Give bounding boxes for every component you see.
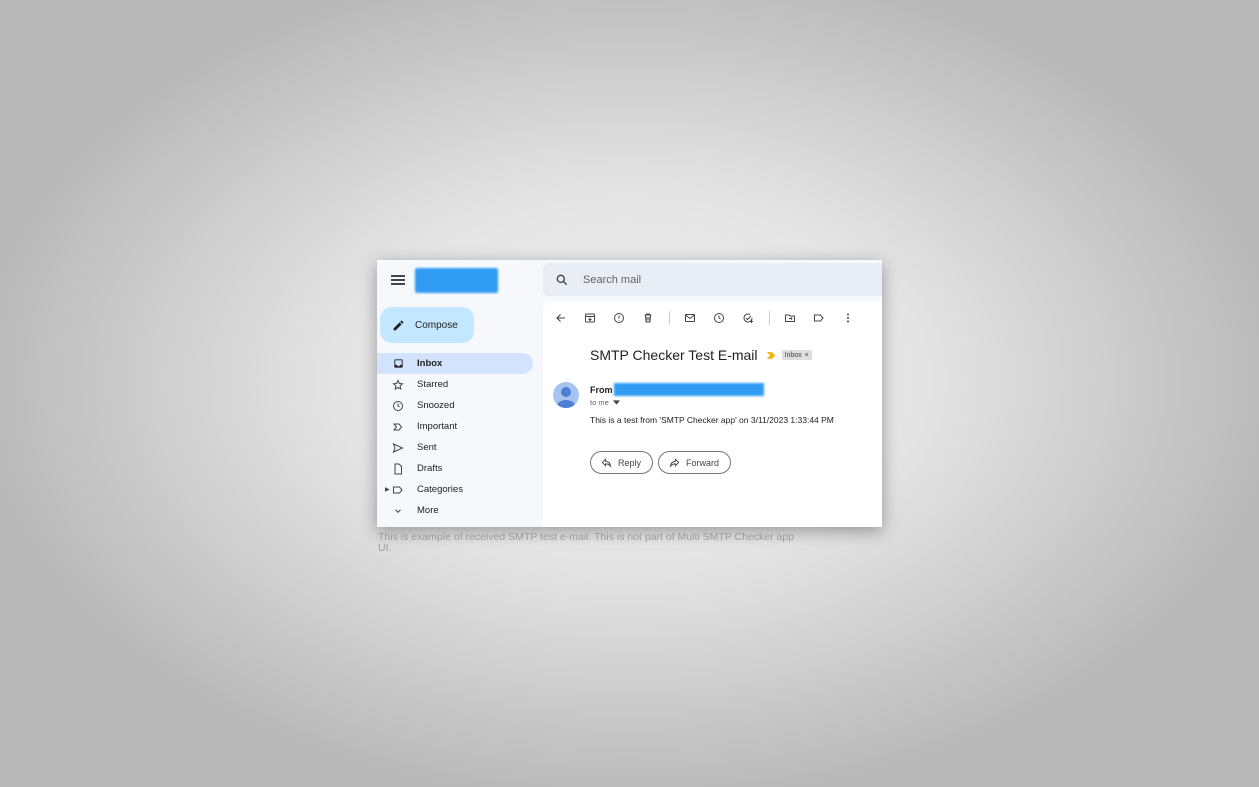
sidebar-item-label: Inbox [417,358,443,369]
redacted-logo [415,268,498,293]
chevron-down-icon [392,505,404,517]
clock-icon [392,400,404,412]
sidebar-item-label: Important [417,421,458,432]
sender-row: From [590,383,764,396]
inbox-icon [392,358,404,370]
menu-icon[interactable] [391,275,405,285]
mail-window: Compose Inbox Starred Snoozed Important … [377,260,882,527]
forward-icon [669,458,680,468]
email-body: This is a test from 'SMTP Checker app' o… [590,415,834,425]
redacted-sender [613,383,764,396]
sidebar-item-snoozed[interactable]: Snoozed [377,395,533,416]
forward-label: Forward [686,457,720,468]
sidebar-item-label: Drafts [417,463,443,474]
star-icon [392,378,404,391]
inbox-label-chip: Inbox × [781,350,812,360]
important-marker-icon[interactable] [766,347,776,363]
chip-remove-button[interactable]: × [805,352,809,359]
mark-unread-icon[interactable] [682,310,698,326]
to-me-label: to me [590,398,609,407]
delete-icon[interactable] [640,310,656,326]
toolbar-divider [669,311,670,325]
sidebar-nav: Inbox Starred Snoozed Important Sent Dra… [377,353,533,521]
sidebar-item-more[interactable]: More [377,500,533,521]
sidebar-item-label: Sent [417,442,437,453]
avatar[interactable] [553,382,579,408]
message-toolbar [553,310,869,326]
email-subject: SMTP Checker Test E-mail [590,347,758,363]
recipient-row[interactable]: to me [590,398,620,407]
expand-caret-icon[interactable]: ▶ [385,486,390,493]
search-icon[interactable] [555,273,569,287]
sidebar-item-categories[interactable]: ▶ Categories [377,479,533,500]
reply-button[interactable]: Reply [590,451,654,474]
important-icon [392,421,404,433]
pencil-icon [393,320,404,330]
send-icon [392,442,404,454]
reply-actions: Reply Forward [590,451,736,474]
search-input[interactable] [581,272,835,287]
sidebar-item-important[interactable]: Important [377,416,533,437]
email-subject-row: SMTP Checker Test E-mail Inbox × [590,347,812,363]
more-vert-icon[interactable] [840,310,856,326]
snooze-icon[interactable] [711,310,727,326]
archive-icon[interactable] [582,310,598,326]
add-task-icon[interactable] [740,310,756,326]
chip-label: Inbox [784,351,802,359]
reply-label: Reply [618,457,642,468]
sidebar-item-label: Snoozed [417,400,455,411]
image-caption: This is example of received SMTP test e-… [378,531,795,554]
label-icon[interactable] [811,310,827,326]
from-label: From [590,384,613,395]
label-icon [392,484,404,496]
sidebar-item-label: Starred [417,379,449,390]
compose-button[interactable]: Compose [380,307,474,343]
move-to-icon[interactable] [782,310,798,326]
draft-icon [392,463,404,475]
report-spam-icon[interactable] [611,310,627,326]
sidebar-item-sent[interactable]: Sent [377,437,533,458]
caret-down-icon[interactable] [612,400,620,405]
toolbar-divider [769,311,770,325]
forward-button[interactable]: Forward [658,451,732,474]
back-arrow-icon[interactable] [553,310,569,326]
search-bar[interactable] [543,263,882,296]
sidebar-item-label: Categories [417,484,463,495]
reply-icon [601,458,612,468]
sidebar-item-label: More [417,505,439,516]
sidebar-item-drafts[interactable]: Drafts [377,458,533,479]
sidebar: Compose Inbox Starred Snoozed Important … [377,260,543,527]
message-view: SMTP Checker Test E-mail Inbox × From to… [543,301,882,527]
compose-label: Compose [415,319,458,331]
sidebar-item-inbox[interactable]: Inbox [377,353,533,374]
sidebar-item-starred[interactable]: Starred [377,374,533,395]
